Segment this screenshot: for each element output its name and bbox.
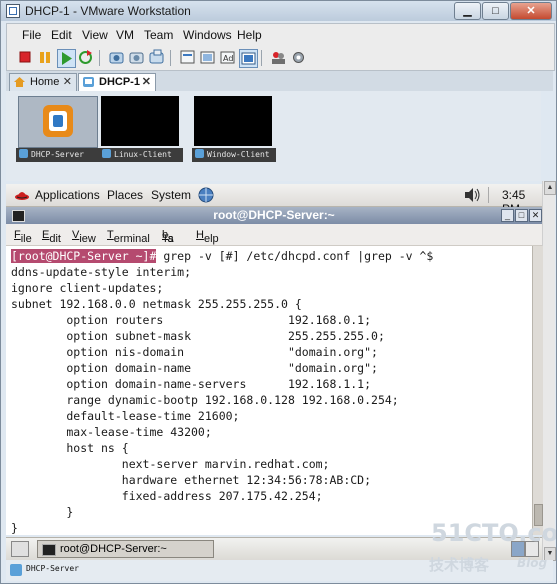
terminal-line: } — [11, 521, 18, 535]
vmware-toolbar: Ad — [6, 46, 555, 71]
terminal-menu-view[interactable]: View — [72, 229, 96, 245]
terminal-menu-help[interactable]: Help — [196, 229, 219, 245]
terminal-line: option domain-name "domain.org"; — [11, 361, 378, 375]
terminal-line: option routers 192.168.0.1; — [11, 313, 372, 327]
places-menu[interactable]: Places — [107, 188, 143, 202]
scroll-up-icon[interactable]: ▲ — [544, 181, 556, 195]
close-window-button[interactable]: ✕ — [510, 2, 552, 20]
terminal-title-bar: root@DHCP-Server:~ _ □ ✕ — [6, 207, 542, 224]
svg-text:Ad: Ad — [223, 54, 233, 63]
close-tab-dhcp-1-icon[interactable]: ✕ — [142, 75, 151, 88]
applications-menu[interactable]: Applications — [35, 188, 100, 202]
tab-home[interactable]: Home ✕ — [9, 73, 77, 91]
terminal-menubar: File Edit View Terminal Ta b s Help — [6, 225, 542, 246]
window-title: DHCP-1 - VMware Workstation — [25, 4, 191, 18]
vm-console-scrollbar[interactable]: ▲ ▼ — [542, 181, 556, 561]
terminal-minimize-button[interactable]: _ — [501, 209, 514, 222]
redhat-icon — [15, 192, 29, 200]
thumbnail-dhcp-server[interactable]: DHCP-Server — [16, 94, 100, 164]
vmware-logo-icon — [18, 96, 98, 148]
console-view-icon[interactable] — [239, 49, 258, 68]
thumbnail-label: DHCP-Server — [31, 150, 84, 159]
shell-prompt: [root@DHCP-Server ~]# — [11, 249, 157, 263]
reset-icon[interactable] — [77, 49, 94, 66]
terminal-title: root@DHCP-Server:~ — [213, 208, 335, 222]
terminal-line: } — [11, 505, 74, 519]
menu-file[interactable]: File — [22, 28, 41, 42]
globe-icon[interactable] — [198, 187, 214, 203]
terminal-close-button[interactable]: ✕ — [529, 209, 542, 222]
terminal-scrollbar[interactable] — [532, 246, 543, 535]
menu-vm[interactable]: VM — [116, 28, 134, 42]
menu-view[interactable]: View — [82, 28, 108, 42]
minimize-button[interactable]: ▁ — [454, 2, 481, 20]
terminal-line: host ns { — [11, 441, 129, 455]
thumbnail-label: Window-Client — [207, 150, 270, 159]
snapshot-manager-icon[interactable] — [148, 49, 165, 66]
watermark-blog: Blog — [517, 556, 548, 570]
tab-dhcp-1[interactable]: DHCP-1 ✕ — [78, 73, 156, 91]
menu-help[interactable]: Help — [237, 28, 262, 42]
terminal-line: subnet 192.168.0.0 netmask 255.255.255.0… — [11, 297, 302, 311]
volume-icon[interactable] — [464, 187, 482, 203]
vm-thumbnail-strip: DHCP-Server Linux-Client Window-Client — [6, 91, 541, 181]
taskbar-terminal-button[interactable]: root@DHCP-Server:~ — [37, 540, 214, 558]
thumbnail-linux-client[interactable]: Linux-Client — [99, 94, 183, 164]
thumbnail-window-client[interactable]: Window-Client — [192, 94, 276, 164]
power-off-icon[interactable] — [17, 49, 34, 66]
window-title-bar: DHCP-1 - VMware Workstation ▁ □ ✕ — [1, 1, 556, 21]
terminal-line: range dynamic-bootp 192.168.0.128 192.16… — [11, 393, 399, 407]
terminal-line: ignore client-updates; — [11, 281, 164, 295]
revert-snapshot-icon[interactable] — [128, 49, 145, 66]
vmware-window: DHCP-1 - VMware Workstation ▁ □ ✕ File E… — [0, 0, 557, 584]
watermark-subtitle: 技术博客 — [429, 556, 490, 574]
menu-windows[interactable]: Windows — [183, 28, 232, 42]
vmware-app-icon — [6, 4, 20, 18]
gnome-top-panel: Applications Places System 3:45 PM — [6, 184, 542, 216]
team-settings-icon[interactable] — [290, 49, 307, 66]
terminal-line: ddns-update-style interim; — [11, 265, 192, 279]
terminal-line: hardware ethernet 12:34:56:78:AB:CD; — [11, 473, 372, 487]
suspend-icon[interactable] — [37, 49, 54, 66]
terminal-line: option subnet-mask 255.255.255.0; — [11, 329, 385, 343]
close-tab-home-icon[interactable]: ✕ — [63, 75, 72, 88]
tab-bar: Home ✕ DHCP-1 ✕ — [6, 71, 553, 91]
terminal-icon — [42, 544, 56, 556]
system-menu[interactable]: System — [151, 188, 191, 202]
snapshot-icon[interactable] — [108, 49, 125, 66]
maximize-button[interactable]: □ — [482, 2, 509, 20]
terminal-menu-file[interactable]: File — [14, 229, 32, 245]
thumbnail-label: Linux-Client — [114, 150, 172, 159]
terminal-line: fixed-address 207.175.42.254; — [11, 489, 323, 503]
unity-icon[interactable]: Ad — [219, 49, 236, 66]
team-icon[interactable] — [270, 49, 287, 66]
terminal-line: option nis-domain "domain.org"; — [11, 345, 378, 359]
vm-icon — [83, 77, 94, 87]
fullscreen-icon[interactable] — [199, 49, 216, 66]
terminal-maximize-button[interactable]: □ — [515, 209, 528, 222]
vm-status-icon — [10, 564, 22, 576]
show-desktop-icon[interactable] — [11, 541, 29, 557]
terminal-window: root@DHCP-Server:~ _ □ ✕ File Edit View … — [6, 207, 543, 535]
command-line: [root@DHCP-Server ~]# grep -v [#] /etc/d… — [11, 248, 433, 264]
menu-edit[interactable]: Edit — [51, 28, 72, 42]
terminal-line: next-server marvin.redhat.com; — [11, 457, 330, 471]
terminal-menu-terminal[interactable]: Terminal — [107, 229, 150, 245]
home-icon — [14, 77, 25, 87]
terminal-menu-edit[interactable]: Edit — [42, 229, 61, 245]
vmware-menubar: File Edit View VM Team Windows Help — [6, 23, 555, 47]
terminal-line: option domain-name-servers 192.168.1.1; — [11, 377, 372, 391]
power-on-icon[interactable] — [57, 49, 76, 68]
terminal-line: default-lease-time 21600; — [11, 409, 240, 423]
command-text: grep -v [#] /etc/dhcpd.conf |grep -v ^$ — [156, 249, 434, 263]
terminal-menu-tabs[interactable]: Ta b s — [162, 229, 174, 245]
menu-team[interactable]: Team — [144, 28, 173, 42]
vm-settings-icon[interactable] — [179, 49, 196, 66]
status-vm-name: DHCP-Server — [26, 564, 79, 573]
terminal-line: max-lease-time 43200; — [11, 425, 212, 439]
watermark-logo: 51CTO.com — [431, 519, 557, 547]
terminal-output[interactable]: [root@DHCP-Server ~]# grep -v [#] /etc/d… — [6, 246, 532, 535]
